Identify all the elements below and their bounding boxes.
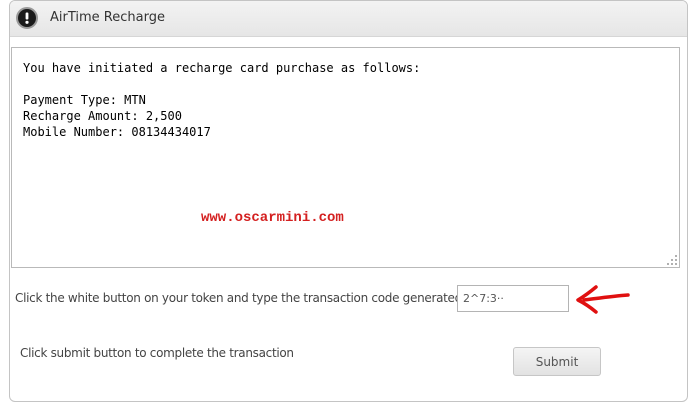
- title-bar: AirTime Recharge: [10, 1, 687, 37]
- airtime-recharge-dialog: AirTime Recharge You have initiated a re…: [9, 0, 688, 402]
- submit-button[interactable]: Submit: [513, 347, 601, 376]
- resize-grip-icon[interactable]: [667, 255, 677, 265]
- instruction-text: Click submit button to complete the tran…: [20, 346, 294, 360]
- watermark-text: www.oscarmini.com: [201, 210, 344, 226]
- message-textarea[interactable]: You have initiated a recharge card purch…: [11, 47, 680, 268]
- message-text: You have initiated a recharge card purch…: [23, 61, 421, 139]
- alert-icon: [16, 7, 38, 29]
- transaction-code-label: Click the white button on your token and…: [15, 291, 466, 305]
- transaction-code-input[interactable]: [457, 285, 569, 312]
- dialog-title: AirTime Recharge: [50, 10, 165, 25]
- red-arrow-icon: [576, 285, 630, 314]
